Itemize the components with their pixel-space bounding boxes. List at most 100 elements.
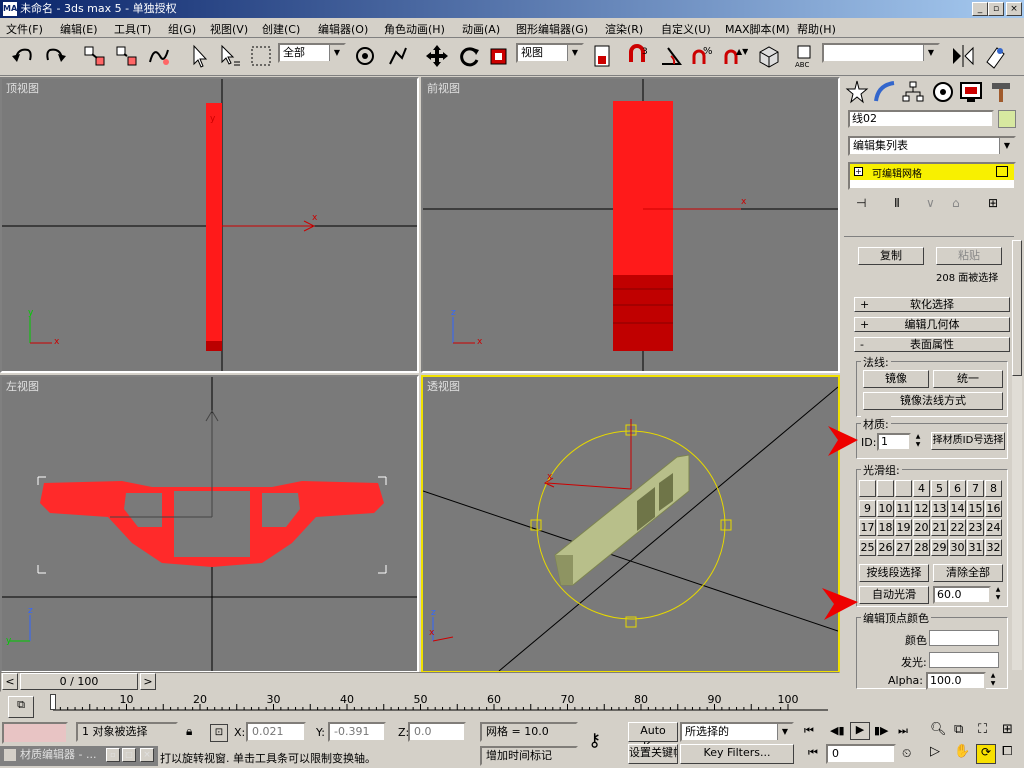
menu-modifiers[interactable]: 编辑器(O) — [318, 21, 368, 37]
menu-help[interactable]: 帮助(H) — [797, 21, 836, 37]
key-icon[interactable]: ⚷ — [588, 730, 601, 751]
rectangular-selection-icon[interactable] — [248, 42, 274, 70]
unify-normals-button[interactable]: 统一 — [933, 370, 1003, 388]
smoothing-group-button[interactable]: 24 — [985, 519, 1002, 536]
time-slider-thumb[interactable]: 0 / 100 — [20, 673, 138, 690]
undo-icon[interactable] — [10, 42, 36, 70]
menu-edit[interactable]: 编辑(E) — [60, 21, 98, 37]
absolute-mode-icon[interactable]: ⊡ — [210, 724, 228, 742]
smoothing-group-button[interactable] — [859, 480, 876, 497]
maximize-button[interactable]: ▫ — [988, 2, 1004, 16]
snap-3d-icon[interactable]: 3 — [626, 42, 652, 70]
taskbar-material-editor[interactable]: 材质编辑器 - ... ▫ □ × — [0, 746, 158, 766]
z-coordinate-field[interactable]: 0.0 — [408, 722, 466, 742]
menu-view[interactable]: 视图(V) — [210, 21, 248, 37]
smoothing-group-button[interactable]: 25 — [859, 538, 876, 556]
align-icon[interactable] — [982, 42, 1008, 70]
utilities-tab-icon[interactable] — [988, 78, 1014, 104]
auto-key-button[interactable]: Auto Key — [628, 722, 678, 753]
smoothing-group-button[interactable]: 9 — [859, 499, 876, 517]
minimize-button[interactable]: _ — [972, 2, 988, 16]
stack-item[interactable]: + 可编辑网格 — [850, 164, 1014, 180]
spinner-snap-icon[interactable]: ▲▼ — [722, 42, 749, 70]
smoothing-group-button[interactable]: 4 — [913, 480, 930, 497]
menu-character[interactable]: 角色动画(H) — [384, 21, 445, 37]
auto-smooth-threshold-input[interactable]: 60.0 — [933, 586, 991, 604]
field-of-view-icon[interactable]: ▷ — [930, 744, 940, 759]
scrollbar-thumb[interactable] — [1012, 240, 1022, 376]
display-tab-icon[interactable] — [958, 78, 984, 104]
play-icon[interactable]: ▶ — [850, 722, 870, 740]
maximize-icon[interactable]: □ — [122, 748, 136, 762]
smoothing-group-button[interactable]: 16 — [985, 499, 1002, 517]
next-frame-icon[interactable]: ▮▶ — [874, 724, 889, 737]
modifier-list-dropdown[interactable]: 编辑集列表 ▼ — [848, 136, 1016, 156]
key-mode-icon[interactable]: ⏮ — [808, 746, 818, 760]
smoothing-group-button[interactable]: 32 — [985, 538, 1002, 556]
smoothing-group-button[interactable]: 7 — [967, 480, 984, 497]
paste-button[interactable]: 粘贴 — [936, 247, 1002, 265]
menu-animation[interactable]: 动画(A) — [462, 21, 500, 37]
smoothing-group-button[interactable] — [895, 480, 912, 497]
time-config-icon[interactable]: ⏲ — [902, 746, 911, 761]
remove-modifier-icon[interactable]: ⌂ — [952, 196, 972, 214]
clear-all-button[interactable]: 清除全部 — [933, 564, 1003, 582]
smoothing-group-button[interactable]: 18 — [877, 519, 894, 536]
smoothing-group-button[interactable]: 29 — [931, 538, 948, 556]
edit-named-selection-icon[interactable]: ABC — [792, 42, 818, 70]
selection-filter-dropdown[interactable]: 全部 ▼ — [278, 43, 346, 63]
configure-modifier-sets-icon[interactable]: ⊞ — [988, 196, 1008, 214]
smoothing-group-button[interactable]: 14 — [949, 499, 966, 517]
smoothing-group-button[interactable]: 5 — [931, 480, 948, 497]
select-by-name-icon[interactable] — [216, 42, 242, 70]
object-name-field[interactable]: 线02 — [848, 110, 994, 128]
menu-customize[interactable]: 自定义(U) — [661, 21, 711, 37]
smoothing-group-button[interactable]: 15 — [967, 499, 984, 517]
unlink-icon[interactable] — [114, 42, 140, 70]
make-unique-icon[interactable]: ∨ — [926, 196, 946, 214]
menu-graph-editors[interactable]: 图形编辑器(G) — [516, 21, 588, 37]
restore-icon[interactable]: ▫ — [106, 748, 120, 762]
smoothing-group-button[interactable]: 12 — [913, 499, 930, 517]
maximize-viewport-icon[interactable]: ⧠ — [1002, 744, 1012, 759]
smoothing-group-button[interactable]: 20 — [913, 519, 930, 536]
zoom-extents-icon[interactable]: ⛶ — [978, 722, 987, 737]
viewport-top[interactable]: 顶视图 x y y x — [0, 77, 419, 373]
smoothing-group-button[interactable]: 19 — [895, 519, 912, 536]
time-prev-arrow-icon[interactable]: < — [2, 673, 18, 690]
smoothing-group-button[interactable]: 22 — [949, 519, 966, 536]
edit-geometry-rollup[interactable]: + 编辑几何体 — [854, 317, 1010, 332]
select-by-sg-button[interactable]: 按线段选择 — [859, 564, 929, 582]
track-bar[interactable]: ⧉ 0102030405060708090100 — [0, 692, 840, 720]
percent-snap-icon[interactable]: % — [690, 42, 716, 70]
pin-stack-icon[interactable]: ⊣ — [856, 196, 876, 214]
select-and-link-icon[interactable] — [384, 42, 410, 70]
arc-rotate-icon[interactable]: ⟳ — [976, 744, 996, 764]
material-id-input[interactable]: 1 — [877, 433, 911, 451]
set-key-button[interactable]: 设置关键帧 — [628, 744, 678, 764]
mirror-icon[interactable] — [950, 42, 976, 70]
set-key-target-dropdown[interactable]: 所选择的 ▼ — [680, 722, 794, 742]
hierarchy-tab-icon[interactable] — [900, 78, 926, 104]
illumination-color-swatch[interactable] — [929, 652, 999, 668]
smoothing-group-button[interactable]: 8 — [985, 480, 1002, 497]
maxscript-listener-box[interactable] — [2, 722, 68, 744]
menu-rendering[interactable]: 渲染(R) — [605, 21, 643, 37]
select-by-id-button[interactable]: 择材质ID号选择 — [931, 432, 1005, 450]
vertex-color-swatch[interactable] — [929, 630, 999, 646]
smoothing-group-button[interactable]: 30 — [949, 538, 966, 556]
viewport-left[interactable]: 左视图 z y — [0, 375, 419, 673]
copy-button[interactable]: 复制 — [858, 247, 924, 265]
smoothing-group-button[interactable]: 28 — [913, 538, 930, 556]
create-tab-icon[interactable] — [844, 78, 870, 104]
smoothing-group-button[interactable]: 17 — [859, 519, 876, 536]
smoothing-group-button[interactable]: 6 — [949, 480, 966, 497]
named-selection-set-dropdown[interactable]: ▼ — [822, 43, 940, 63]
close-button[interactable]: × — [1006, 2, 1022, 16]
redo-icon[interactable] — [42, 42, 68, 70]
spinner-arrows-icon[interactable]: ▲ ▼ — [913, 433, 923, 451]
angle-snap-icon[interactable] — [658, 42, 684, 70]
select-and-manipulate-icon[interactable] — [352, 42, 378, 70]
spinner-arrows-icon[interactable]: ▲ ▼ — [993, 586, 1003, 604]
zoom-all-icon[interactable]: ⧉ — [954, 722, 963, 737]
